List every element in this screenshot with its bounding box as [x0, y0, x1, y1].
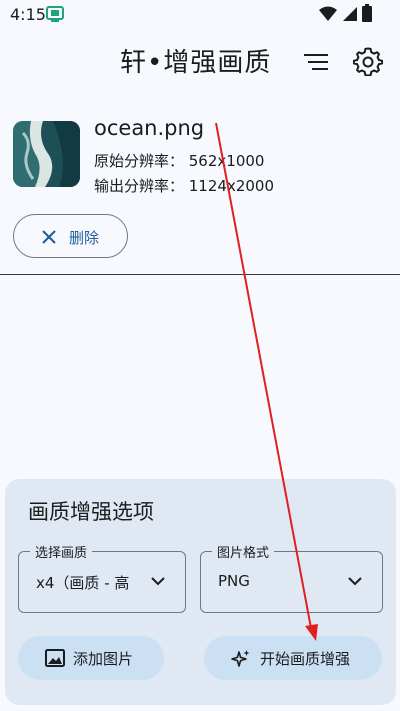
- add-image-label: 添加图片: [73, 650, 134, 668]
- start-enhance-button[interactable]: 开始画质增强: [204, 636, 382, 680]
- status-bar: 4:15: [0, 0, 400, 30]
- format-select[interactable]: 图片格式 PNG: [200, 542, 383, 613]
- delete-button[interactable]: 删除: [13, 214, 128, 258]
- battery-icon: [362, 4, 372, 22]
- image-thumbnail: [13, 121, 80, 187]
- add-image-button[interactable]: 添加图片: [18, 636, 164, 680]
- ocean-thumbnail-image: [13, 121, 80, 187]
- original-resolution: 原始分辨率： 562x1000: [94, 152, 265, 170]
- image-icon: [45, 649, 65, 667]
- quality-select[interactable]: 选择画质 x4（画质 - 高: [18, 542, 186, 613]
- close-icon: [42, 230, 56, 244]
- signal-icon: [343, 7, 357, 21]
- format-select-label: 图片格式: [212, 542, 275, 561]
- menu-icon[interactable]: [302, 48, 330, 76]
- gear-icon[interactable]: [353, 46, 383, 76]
- format-select-value: PNG: [218, 572, 250, 590]
- app-notification-icon: [46, 6, 64, 22]
- panel-title: 画质增强选项: [28, 500, 154, 524]
- output-resolution: 输出分辨率： 1124x2000: [94, 177, 274, 195]
- start-enhance-label: 开始画质增强: [260, 650, 351, 668]
- app-title: 轩•增强画质: [120, 48, 272, 78]
- quality-select-label: 选择画质: [30, 542, 93, 561]
- enhance-options-panel: 画质增强选项 选择画质 x4（画质 - 高 图片格式 PNG 添加图片 开始画质…: [5, 479, 396, 705]
- quality-select-value: x4（画质 - 高: [36, 574, 130, 592]
- wifi-icon: [319, 6, 337, 21]
- divider: [0, 274, 400, 275]
- delete-button-label: 删除: [69, 229, 100, 247]
- chevron-down-icon: [151, 577, 165, 586]
- sparkle-icon: [231, 650, 250, 667]
- status-time: 4:15: [10, 5, 46, 24]
- chevron-down-icon: [348, 577, 362, 586]
- file-name: ocean.png: [94, 116, 205, 140]
